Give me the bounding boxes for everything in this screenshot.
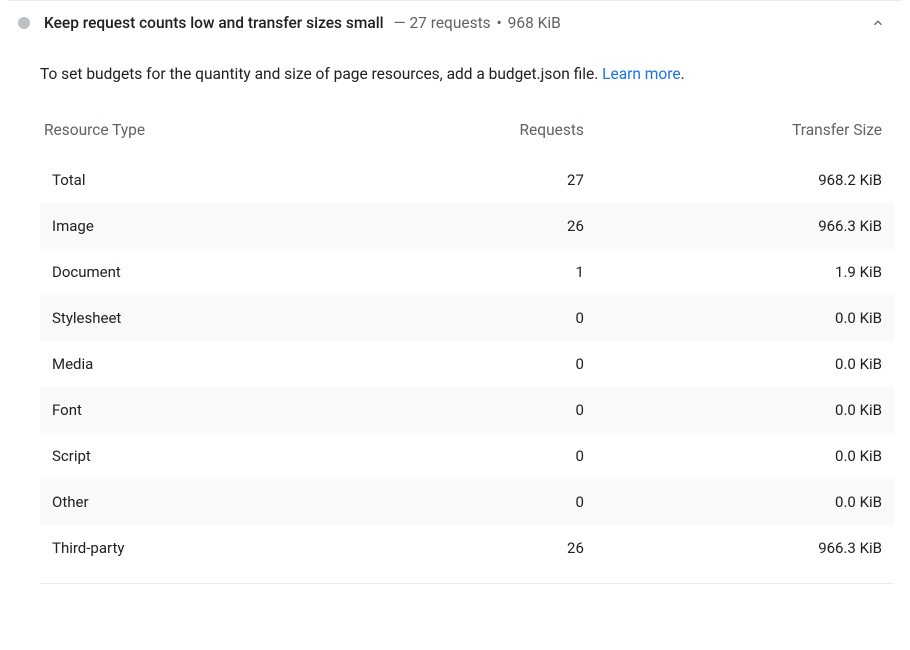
cell-type: Script	[40, 433, 370, 479]
col-requests: Requests	[370, 111, 596, 157]
cell-size: 0.0 KiB	[596, 341, 894, 387]
cell-size: 1.9 KiB	[596, 249, 894, 295]
table-body: Total 27 968.2 KiB Image 26 966.3 KiB Do…	[40, 157, 894, 571]
col-transfer-size: Transfer Size	[596, 111, 894, 157]
summary-size: 968 KiB	[508, 14, 561, 32]
cell-requests: 26	[370, 525, 596, 571]
cell-requests: 1	[370, 249, 596, 295]
table-row: Image 26 966.3 KiB	[40, 203, 894, 249]
cell-size: 968.2 KiB	[596, 157, 894, 203]
cell-requests: 0	[370, 433, 596, 479]
cell-requests: 0	[370, 479, 596, 525]
cell-size: 966.3 KiB	[596, 203, 894, 249]
audit-header[interactable]: Keep request counts low and transfer siz…	[8, 0, 902, 45]
divider	[40, 583, 894, 584]
cell-type: Stylesheet	[40, 295, 370, 341]
cell-size: 0.0 KiB	[596, 433, 894, 479]
cell-size: 0.0 KiB	[596, 479, 894, 525]
audit-item: Keep request counts low and transfer siz…	[0, 0, 910, 592]
cell-size: 966.3 KiB	[596, 525, 894, 571]
table-row: Stylesheet 0 0.0 KiB	[40, 295, 894, 341]
cell-requests: 0	[370, 341, 596, 387]
cell-type: Image	[40, 203, 370, 249]
summary-requests: 27 requests	[409, 14, 490, 32]
audit-description: To set budgets for the quantity and size…	[40, 45, 894, 111]
cell-type: Document	[40, 249, 370, 295]
table-row: Font 0 0.0 KiB	[40, 387, 894, 433]
table-row: Other 0 0.0 KiB	[40, 479, 894, 525]
cell-type: Media	[40, 341, 370, 387]
description-text: To set budgets for the quantity and size…	[40, 65, 602, 83]
table-row: Script 0 0.0 KiB	[40, 433, 894, 479]
audit-title: Keep request counts low and transfer siz…	[44, 14, 384, 32]
summary-prefix: —	[393, 14, 405, 32]
cell-type: Total	[40, 157, 370, 203]
cell-size: 0.0 KiB	[596, 295, 894, 341]
table-row: Total 27 968.2 KiB	[40, 157, 894, 203]
audit-summary: — 27 requests • 968 KiB	[390, 14, 561, 32]
resource-table: Resource Type Requests Transfer Size Tot…	[40, 111, 894, 571]
status-dot-icon	[18, 17, 30, 29]
table-row: Third-party 26 966.3 KiB	[40, 525, 894, 571]
audit-body: To set budgets for the quantity and size…	[8, 45, 902, 592]
table-header-row: Resource Type Requests Transfer Size	[40, 111, 894, 157]
cell-type: Third-party	[40, 525, 370, 571]
cell-requests: 0	[370, 295, 596, 341]
cell-size: 0.0 KiB	[596, 387, 894, 433]
table-row: Document 1 1.9 KiB	[40, 249, 894, 295]
cell-requests: 27	[370, 157, 596, 203]
chevron-up-icon[interactable]	[868, 13, 888, 33]
table-row: Media 0 0.0 KiB	[40, 341, 894, 387]
summary-separator: •	[497, 14, 502, 32]
cell-requests: 0	[370, 387, 596, 433]
cell-requests: 26	[370, 203, 596, 249]
col-resource-type: Resource Type	[40, 111, 370, 157]
learn-more-link[interactable]: Learn more	[602, 65, 680, 83]
cell-type: Other	[40, 479, 370, 525]
cell-type: Font	[40, 387, 370, 433]
description-period: .	[681, 65, 685, 83]
